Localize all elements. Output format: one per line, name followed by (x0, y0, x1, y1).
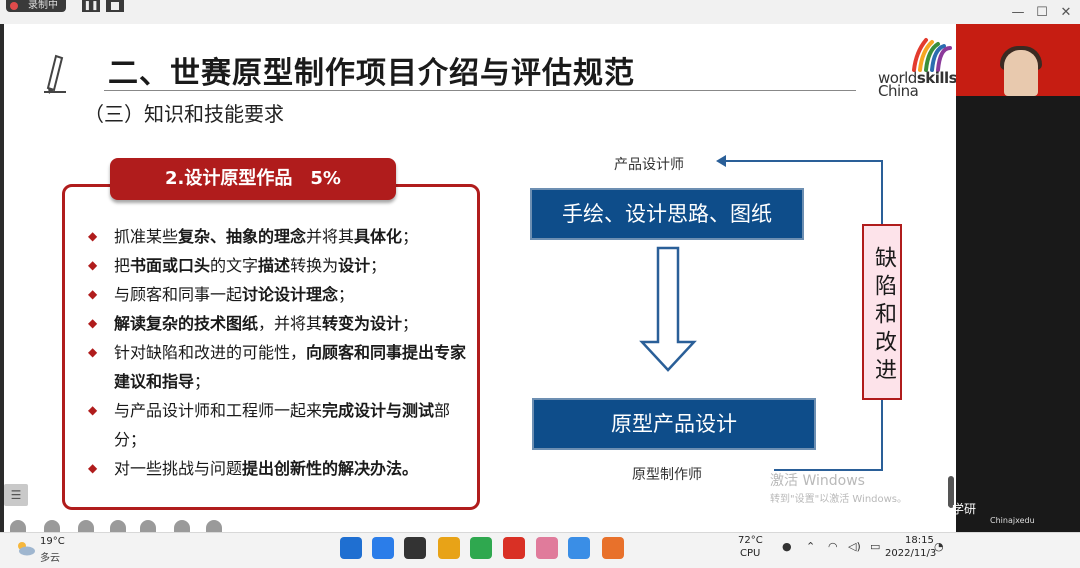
brand-watermark-sub: Chinajxedu (990, 516, 1035, 525)
wps-icon[interactable] (503, 537, 525, 559)
window-titlebar (0, 0, 1080, 24)
clock-date[interactable]: 2022/11/3 (885, 548, 936, 559)
record-indicator-icon (10, 2, 18, 10)
media-player-icon[interactable] (602, 537, 624, 559)
cpu-label: CPU (740, 548, 761, 559)
zoom-tool-icon[interactable] (110, 520, 126, 532)
tray-app-icon[interactable]: ● (782, 540, 792, 553)
notification-icon[interactable]: ◔ (934, 540, 944, 553)
feedback-arrowhead-icon (716, 155, 726, 167)
cpu-temperature: 72°C (738, 535, 763, 546)
next-slide-icon[interactable] (44, 520, 60, 532)
activation-watermark-title: 激活 Windows (770, 473, 865, 489)
browser-icon[interactable] (470, 537, 492, 559)
brand-watermark: 学研 (952, 502, 977, 516)
label-prototype-maker: 原型制作师 (632, 467, 702, 483)
prev-slide-icon[interactable] (10, 520, 26, 532)
weather-temperature: 19°C (40, 536, 65, 547)
feedback-text: 缺陷和改进 (871, 246, 896, 386)
close-button[interactable]: ✕ (1054, 4, 1078, 22)
minimize-button[interactable]: — (1006, 4, 1030, 22)
battery-icon[interactable]: ▭ (870, 540, 880, 553)
search-icon[interactable] (372, 537, 394, 559)
chevron-up-icon[interactable]: ⌃ (806, 540, 815, 553)
wifi-icon[interactable]: ◠ (828, 540, 838, 553)
clock-time[interactable]: 18:15 (905, 535, 934, 546)
feedback-box: 缺陷和改进 (862, 224, 902, 400)
photos-icon[interactable] (536, 537, 558, 559)
stop-recording-button[interactable] (106, 0, 124, 12)
task-view-icon[interactable] (404, 537, 426, 559)
down-arrow-icon (639, 246, 697, 372)
subtitle-tool-icon[interactable] (140, 520, 156, 532)
wechat-icon (930, 504, 952, 522)
weather-condition: 多云 (40, 553, 60, 564)
slide-toolbar (10, 520, 230, 532)
activation-watermark-hint: 转到"设置"以激活 Windows。 (770, 494, 908, 505)
file-explorer-icon[interactable] (438, 537, 460, 559)
label-product-designer: 产品设计师 (614, 157, 684, 173)
flow-step-prototype: 原型产品设计 (532, 398, 816, 450)
slide-menu-button[interactable]: ☰ (4, 484, 28, 506)
flow-connectors (639, 155, 883, 471)
presenter-face (1004, 50, 1038, 96)
more-options-icon[interactable] (206, 520, 222, 532)
pause-recording-button[interactable]: ❚❚ (82, 0, 100, 12)
webcam-feed (956, 24, 1080, 96)
pen-tool-icon[interactable] (78, 520, 94, 532)
volume-icon[interactable]: ◁) (848, 540, 861, 553)
pointer-tool-icon[interactable] (174, 520, 190, 532)
flow-step-sketch: 手绘、设计思路、图纸 (530, 188, 804, 240)
side-panel (956, 96, 1080, 532)
meeting-app-icon[interactable] (568, 537, 590, 559)
cloud-weather-icon[interactable] (14, 540, 36, 556)
start-menu-icon[interactable] (340, 537, 362, 559)
maximize-button[interactable]: ☐ (1030, 4, 1054, 22)
presentation-slide: 二、世赛原型制作项目介绍与评估规范 （三）知识和技能要求 worldskills… (4, 24, 956, 532)
